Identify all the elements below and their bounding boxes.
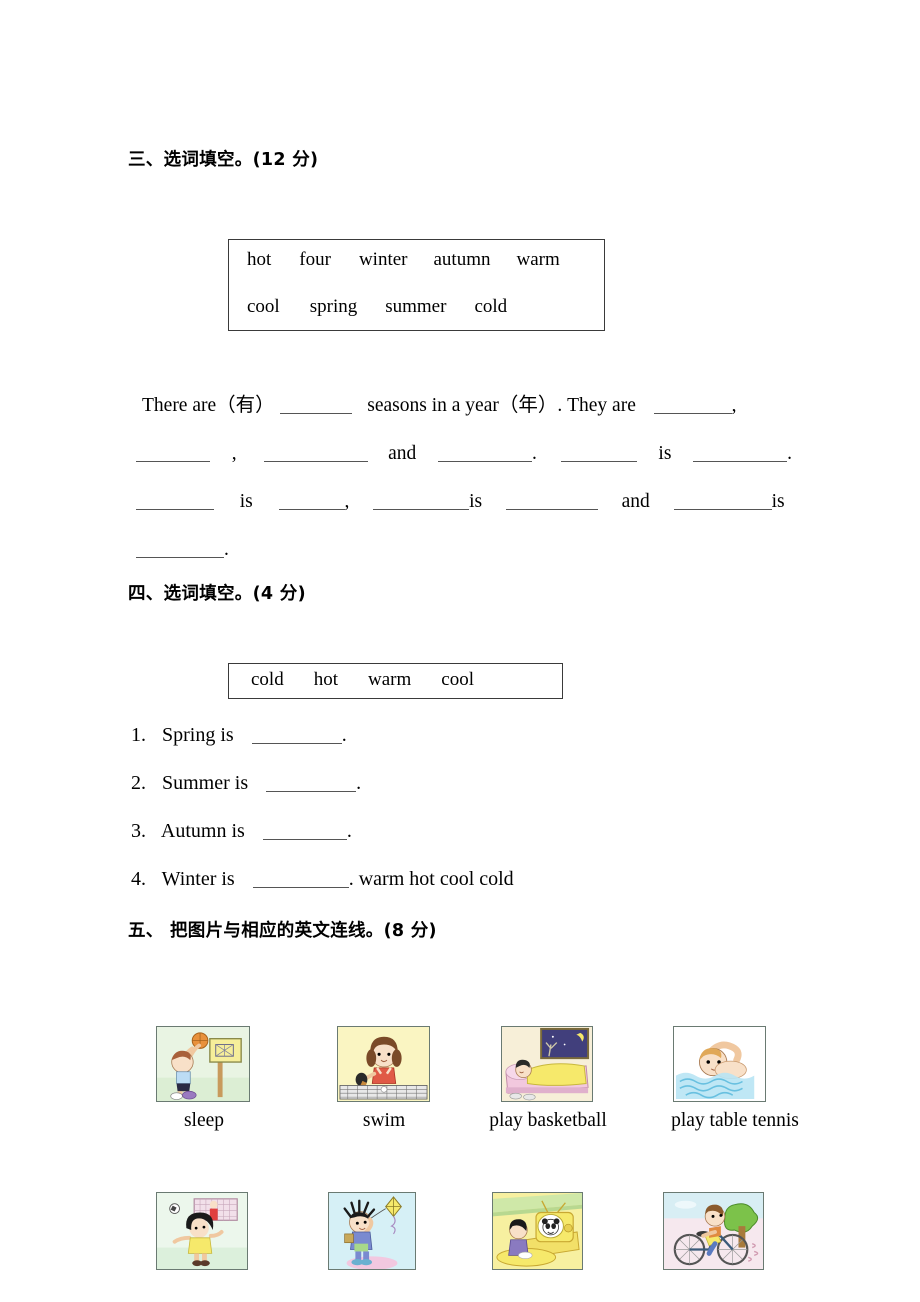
word-bank-item: hot [247, 249, 272, 270]
question-text: Spring is [162, 724, 234, 746]
word-bank-item: summer [385, 296, 447, 317]
cloze-blank[interactable] [279, 393, 352, 414]
picture-boy-riding-a-bike[interactable] [663, 1192, 764, 1270]
question-tail: . [341, 724, 347, 746]
word-bank-item: cold [251, 669, 284, 690]
worksheet-page: 三、选词填空。(12 分) hot four winter autumn war… [0, 0, 920, 1302]
question-text: Winter is [161, 868, 235, 890]
cloze-text: , [731, 395, 737, 416]
cloze-text: , [344, 491, 350, 512]
word-bank-item: warm [516, 249, 560, 270]
section-four-heading: 四、选词填空。(4 分) [128, 584, 306, 604]
question-tail: . [346, 820, 352, 842]
cloze-blank[interactable] [373, 489, 470, 510]
question-tail: . warm hot cool cold [348, 868, 514, 890]
question-number: 3. [131, 820, 146, 842]
cloze-text: There are（有） [142, 395, 275, 416]
word-bank-item: autumn [433, 249, 491, 270]
section-five-heading: 五、 把图片与相应的英文连线。(8 分) [128, 921, 437, 941]
cloze-text: . [224, 539, 229, 560]
cloze-text: , [231, 443, 237, 464]
word-bank-item: spring [309, 296, 358, 317]
word-bank-item: cool [441, 669, 474, 690]
cloze-text: and [621, 491, 650, 512]
picture-child-sleeping-in-bed[interactable] [501, 1026, 593, 1102]
cloze-text: . [532, 443, 537, 464]
cloze-line-4: . [136, 526, 802, 574]
picture-boy-playing-football[interactable] [156, 1192, 248, 1270]
picture-boy-flying-a-kite[interactable] [328, 1192, 416, 1270]
word-bank-box-seasons: hot four winter autumn warm cool spring … [228, 239, 605, 331]
picture-label-1: sleep [183, 1110, 225, 1131]
cloze-blank[interactable] [136, 441, 210, 462]
cloze-text: is [771, 491, 785, 512]
question-item-1: 1. Spring is . [131, 723, 347, 747]
question-item-4: 4. Winter is . warm hot cool cold [131, 867, 514, 891]
cloze-line-3: is , is and is [136, 478, 802, 526]
cloze-text: and [388, 443, 417, 464]
cloze-text: . [787, 443, 793, 464]
question-text: Summer is [162, 772, 249, 794]
question-number: 4. [131, 868, 146, 890]
question-text: Autumn is [160, 820, 245, 842]
question-item-2: 2. Summer is . [131, 771, 361, 795]
cloze-blank[interactable] [673, 489, 772, 510]
word-bank-item: winter [358, 249, 408, 270]
picture-girl-playing-table-tennis[interactable] [337, 1026, 430, 1102]
word-bank-item: hot [313, 669, 338, 690]
picture-label-4: play table tennis [671, 1110, 799, 1131]
picture-boy-playing-basketball[interactable] [156, 1026, 250, 1102]
cloze-line-1: There are（有） seasons in a year（年）. They … [142, 382, 802, 430]
section-three-heading: 三、选词填空。(12 分) [128, 150, 319, 170]
cloze-blank[interactable] [505, 489, 598, 510]
cloze-text: is [469, 491, 483, 512]
word-bank-item: cold [474, 296, 508, 317]
question-number: 2. [131, 772, 146, 794]
cloze-blank[interactable] [560, 441, 637, 462]
picture-child-swimming[interactable] [673, 1026, 766, 1102]
answer-blank[interactable] [251, 723, 342, 744]
cloze-line-2: , and . is . [136, 430, 802, 478]
word-bank-item: four [299, 249, 331, 270]
picture-child-watching-tv[interactable] [492, 1192, 583, 1270]
cloze-paragraph: There are（有） seasons in a year（年）. They … [136, 382, 802, 574]
answer-blank[interactable] [252, 867, 349, 888]
cloze-text: seasons in a year（年）. They are [367, 395, 636, 416]
cloze-blank[interactable] [264, 441, 369, 462]
word-bank-item: warm [368, 669, 412, 690]
question-number: 1. [131, 724, 146, 746]
cloze-blank[interactable] [136, 537, 224, 558]
question-item-3: 3. Autumn is . [131, 819, 352, 843]
cloze-blank[interactable] [693, 441, 788, 462]
question-tail: . [356, 772, 362, 794]
word-bank-item: cool [247, 296, 280, 317]
word-bank-box-temperature: cold hot warm cool [228, 663, 563, 699]
answer-blank[interactable] [262, 819, 347, 840]
cloze-blank[interactable] [653, 393, 732, 414]
cloze-blank[interactable] [136, 489, 214, 510]
answer-blank[interactable] [266, 771, 357, 792]
cloze-blank[interactable] [438, 441, 533, 462]
cloze-text: is [658, 443, 672, 464]
cloze-blank[interactable] [278, 489, 345, 510]
cloze-text: is [239, 491, 253, 512]
